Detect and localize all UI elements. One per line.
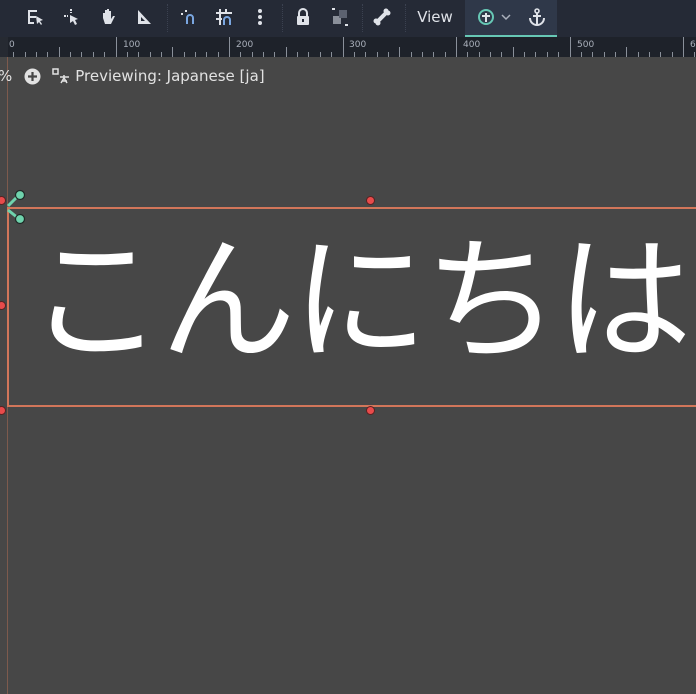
- ruler-tick: [342, 37, 344, 57]
- ruler-tick: [683, 37, 684, 57]
- ruler-tick: [456, 37, 457, 57]
- label-text: こんにちは: [28, 223, 692, 381]
- ruler-tick: [58, 47, 60, 57]
- anchor-layout-group: [465, 0, 557, 37]
- bone-icon[interactable]: [369, 4, 395, 30]
- ruler-label: 6: [690, 40, 696, 50]
- ruler-label: 500: [577, 40, 595, 50]
- ruler-tick: [512, 47, 514, 57]
- ruler-tick: [569, 37, 571, 57]
- preview-language-label: Previewing: Japanese [ja]: [75, 67, 265, 85]
- translation-preview-icon: [52, 68, 70, 84]
- ruler-tick: [115, 37, 117, 57]
- ruler-icon[interactable]: [131, 4, 157, 30]
- ruler-label: 100: [123, 40, 141, 50]
- ruler-tick: [399, 47, 401, 57]
- ruler-label: 200: [236, 40, 254, 50]
- zoom-percent[interactable]: %: [0, 67, 12, 85]
- group-icon[interactable]: [327, 4, 353, 30]
- resize-handle-bottom[interactable]: [366, 406, 375, 415]
- zoom-reset-icon[interactable]: [24, 68, 41, 85]
- smart-snap-icon[interactable]: [175, 4, 201, 30]
- view-menu-button[interactable]: View: [410, 4, 460, 30]
- resize-handle-top[interactable]: [366, 196, 375, 205]
- ruler-tick: [229, 37, 230, 57]
- horizontal-ruler[interactable]: 0 100 200 300 400 500 6: [0, 37, 696, 57]
- anchor-pivot-icon[interactable]: [0, 188, 28, 228]
- pan-icon[interactable]: [95, 4, 121, 30]
- ruler-tick: [285, 47, 287, 57]
- anchor-preset-icon[interactable]: [475, 4, 497, 30]
- list-select-icon[interactable]: [22, 4, 48, 30]
- select-icon[interactable]: [58, 4, 84, 30]
- ruler-label: 300: [349, 40, 367, 50]
- canvas-toolbar: View: [0, 0, 696, 37]
- lock-icon[interactable]: [290, 4, 316, 30]
- more-icon[interactable]: [247, 4, 273, 30]
- anchor-icon[interactable]: [525, 4, 549, 30]
- grid-snap-icon[interactable]: [211, 4, 237, 30]
- chevron-down-icon[interactable]: [499, 4, 513, 30]
- ruler-label: 0: [9, 40, 15, 50]
- ruler-tick: [172, 47, 174, 57]
- viewport-info-bar: % Previewing: Japanese [ja]: [0, 67, 265, 85]
- ruler-label: 400: [463, 40, 481, 50]
- ruler-tick: [626, 47, 628, 57]
